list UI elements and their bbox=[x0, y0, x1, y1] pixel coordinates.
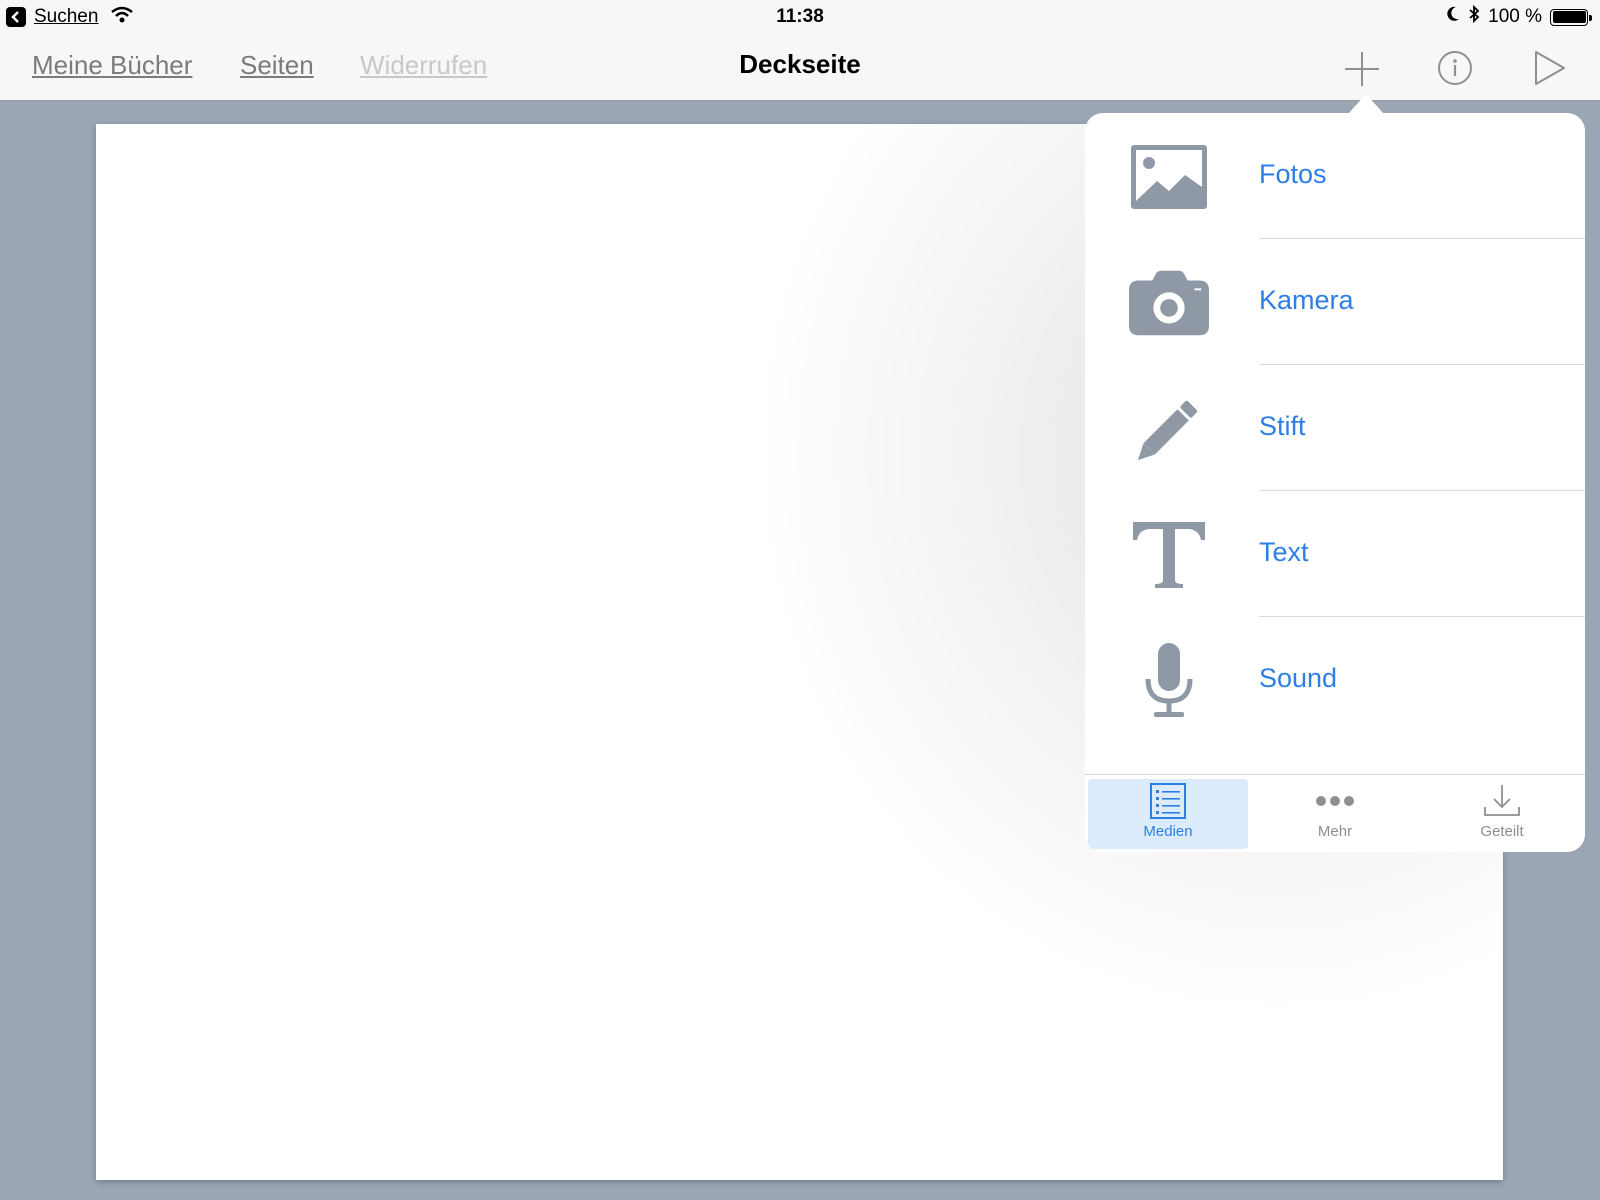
menu-item-photos[interactable]: Fotos bbox=[1085, 113, 1585, 239]
battery-percentage: 100 % bbox=[1488, 6, 1542, 27]
menu-item-text[interactable]: Text bbox=[1085, 491, 1585, 617]
info-icon bbox=[1438, 51, 1472, 85]
microphone-icon bbox=[1129, 643, 1209, 717]
menu-item-pen[interactable]: Stift bbox=[1085, 365, 1585, 491]
menu-item-sound[interactable]: Sound bbox=[1085, 617, 1585, 743]
tab-more[interactable]: Mehr bbox=[1255, 779, 1415, 849]
menu-item-label: Text bbox=[1259, 537, 1309, 567]
insert-media-popover: Fotos Kamera Stift Text Sound Medien Meh… bbox=[1085, 113, 1585, 852]
pencil-icon bbox=[1129, 393, 1209, 465]
tab-label: Medien bbox=[1143, 823, 1193, 840]
tab-label: Geteilt bbox=[1480, 823, 1524, 840]
list-icon bbox=[1088, 779, 1248, 823]
menu-item-label: Stift bbox=[1259, 411, 1306, 441]
download-icon bbox=[1422, 779, 1582, 823]
tab-shared[interactable]: Geteilt bbox=[1422, 779, 1582, 849]
battery-icon bbox=[1550, 8, 1592, 26]
photo-icon bbox=[1129, 141, 1209, 213]
play-icon bbox=[1535, 51, 1565, 85]
menu-item-label: Fotos bbox=[1259, 159, 1327, 189]
navigation-bar: Meine Bücher Seiten Widerrufen Deckseite bbox=[0, 32, 1600, 101]
info-button[interactable] bbox=[1437, 50, 1473, 91]
plus-icon bbox=[1345, 52, 1379, 86]
menu-item-camera[interactable]: Kamera bbox=[1085, 239, 1585, 365]
play-button[interactable] bbox=[1533, 49, 1567, 92]
tab-label: Mehr bbox=[1317, 823, 1353, 840]
popover-arrow bbox=[1348, 94, 1384, 114]
bluetooth-icon bbox=[1468, 4, 1480, 29]
clock: 11:38 bbox=[776, 6, 824, 27]
battery-level-fill bbox=[1552, 11, 1586, 23]
ellipsis-icon bbox=[1255, 779, 1415, 823]
moon-icon bbox=[1446, 6, 1460, 28]
popover-tab-bar: Medien Mehr Geteilt bbox=[1085, 774, 1585, 852]
menu-item-label: Kamera bbox=[1259, 285, 1354, 315]
text-icon bbox=[1129, 519, 1209, 591]
status-bar: Suchen 11:38 100 % bbox=[0, 0, 1600, 32]
menu-item-label: Sound bbox=[1259, 663, 1338, 693]
add-button[interactable] bbox=[1343, 50, 1381, 93]
tab-media[interactable]: Medien bbox=[1088, 779, 1248, 849]
camera-icon bbox=[1129, 267, 1209, 339]
